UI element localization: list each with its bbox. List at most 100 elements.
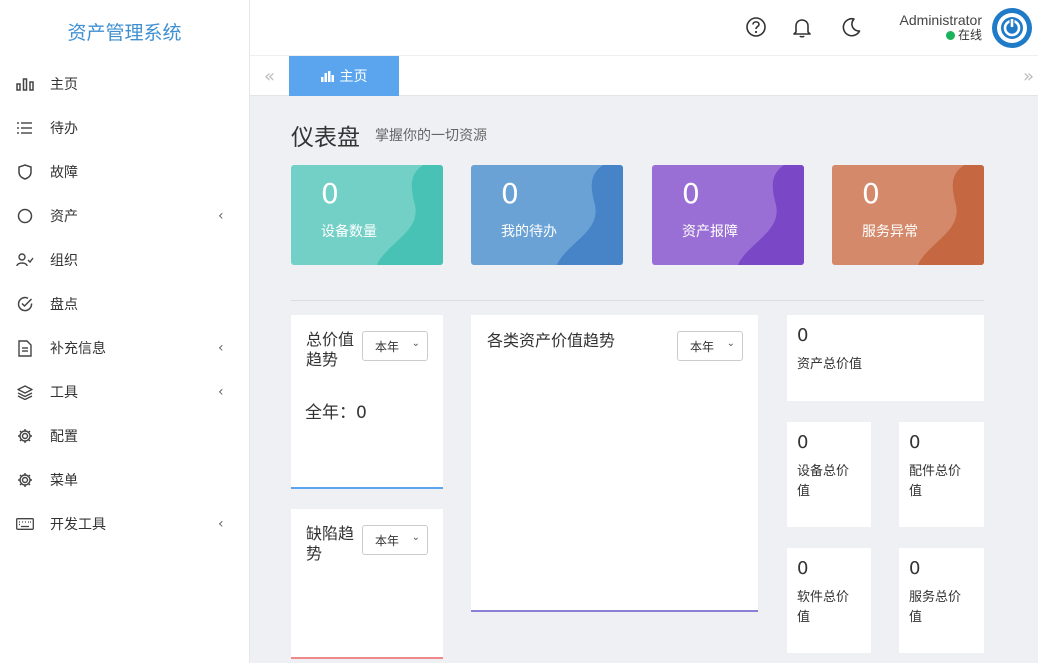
- select-value: 本年: [375, 339, 400, 354]
- stat-value: 0: [682, 177, 700, 210]
- panel-title: 缺陷趋势: [306, 524, 355, 563]
- bar-chart-icon: [16, 75, 34, 93]
- value-label: 服务总价值: [909, 590, 962, 625]
- panel-title: 各类资产价值趋势: [487, 331, 616, 350]
- sidebar-item-label: 故障: [50, 165, 78, 181]
- file-icon: [16, 339, 34, 357]
- card-decoration: [557, 165, 623, 265]
- total-value-summary: 全年：0: [305, 403, 367, 423]
- online-status-dot: [945, 31, 955, 40]
- stat-card-my-todo[interactable]: 0 我的待办: [471, 165, 623, 265]
- stat-label: 设备数量: [321, 224, 377, 240]
- select-value: 本年: [375, 533, 400, 548]
- software-total-value-card: 0 软件总价值: [787, 548, 871, 653]
- asset-total-value-card: 0 资产总价值: [787, 315, 984, 401]
- device-total-value-card: 0 设备总价值: [787, 422, 871, 527]
- value-number: 0: [797, 325, 809, 346]
- value-number: 0: [909, 558, 921, 579]
- value-label: 设备总价值: [797, 464, 850, 499]
- stat-card-asset-fault[interactable]: 0 资产报障: [652, 165, 804, 265]
- top-bar: Administrator 在线: [250, 0, 1038, 56]
- sidebar-item-organization[interactable]: 组织: [0, 238, 249, 282]
- chevron-down-icon: ⌄: [726, 338, 735, 349]
- sidebar-item-supplementary-info[interactable]: 补充信息 ‹: [0, 326, 249, 370]
- card-decoration: [377, 165, 443, 265]
- gear-icon: [16, 427, 34, 445]
- select-value: 本年: [690, 339, 715, 354]
- gear-icon: [16, 471, 34, 489]
- sidebar-item-fault[interactable]: 故障: [0, 150, 249, 194]
- moon-icon[interactable]: [840, 16, 862, 38]
- card-decoration: [918, 165, 984, 265]
- sidebar-item-label: 菜单: [50, 473, 78, 489]
- stat-card-devices[interactable]: 0 设备数量: [291, 165, 443, 265]
- stat-value: 0: [501, 177, 519, 210]
- sidebar-item-label: 待办: [50, 121, 78, 137]
- sidebar-item-label: 开发工具: [50, 517, 106, 533]
- stat-label: 我的待办: [501, 224, 557, 240]
- value-number: 0: [909, 432, 921, 453]
- year-select[interactable]: 本年 ⌄: [362, 331, 428, 361]
- sidebar-item-todo[interactable]: 待办: [0, 106, 249, 150]
- value-label: 软件总价值: [797, 590, 850, 625]
- user-info[interactable]: Administrator 在线: [900, 12, 982, 43]
- card-decoration: [738, 165, 804, 265]
- tab-scroll-right-button[interactable]: »: [1009, 56, 1038, 96]
- stat-label: 资产报障: [682, 224, 738, 240]
- user-status-label: 在线: [957, 28, 982, 42]
- sidebar-item-label: 盘点: [50, 297, 78, 313]
- list-icon: [16, 119, 34, 137]
- sidebar-item-menu[interactable]: 菜单: [0, 458, 249, 502]
- shield-icon: [16, 163, 34, 181]
- chevron-left-icon[interactable]: ‹: [218, 516, 224, 532]
- sidebar-item-assets[interactable]: 资产 ‹: [0, 194, 249, 238]
- chevron-left-icon[interactable]: ‹: [218, 384, 224, 400]
- sidebar-item-inventory[interactable]: 盘点: [0, 282, 249, 326]
- stat-card-service-exception[interactable]: 0 服务异常: [832, 165, 984, 265]
- keyboard-icon: [16, 515, 34, 533]
- check-circle-icon: [16, 295, 34, 313]
- bar-chart-icon: [320, 70, 334, 82]
- chevron-down-icon: ⌄: [411, 338, 420, 349]
- sidebar-item-dev-tools[interactable]: 开发工具 ‹: [0, 502, 249, 546]
- section-divider: [291, 300, 984, 301]
- sidebar-item-label: 资产: [50, 209, 78, 225]
- year-select[interactable]: 本年 ⌄: [362, 525, 428, 555]
- tab-scroll-left-button[interactable]: «: [250, 56, 289, 96]
- help-icon[interactable]: [745, 16, 767, 38]
- sidebar-item-home[interactable]: 主页: [0, 62, 249, 106]
- tab-label: 主页: [339, 69, 368, 85]
- chevron-down-icon: ⌄: [411, 532, 420, 543]
- value-number: 0: [797, 432, 809, 453]
- avatar[interactable]: [992, 8, 1032, 48]
- sidebar-item-label: 主页: [50, 77, 78, 93]
- defect-trend-panel: 缺陷趋势 本年 ⌄: [291, 509, 443, 659]
- layers-icon: [16, 383, 34, 401]
- user-check-icon: [16, 251, 34, 269]
- sidebar-item-label: 工具: [50, 385, 78, 401]
- sidebar-item-label: 组织: [50, 253, 78, 269]
- tab-home[interactable]: 主页: [289, 56, 399, 96]
- year-select[interactable]: 本年 ⌄: [677, 331, 743, 361]
- page-title: 仪表盘: [291, 125, 360, 151]
- sidebar-item-tools[interactable]: 工具 ‹: [0, 370, 249, 414]
- stat-label: 服务异常: [862, 224, 918, 240]
- sidebar-item-config[interactable]: 配置: [0, 414, 249, 458]
- chevron-left-icon[interactable]: ‹: [218, 208, 224, 224]
- stat-value: 0: [321, 177, 339, 210]
- value-label: 资产总价值: [797, 357, 863, 372]
- asset-value-trend-panel: 各类资产价值趋势 本年 ⌄: [471, 315, 758, 612]
- bell-icon[interactable]: [791, 16, 813, 38]
- page-subtitle: 掌握你的一切资源: [375, 128, 487, 144]
- chevron-left-icon[interactable]: ‹: [218, 340, 224, 356]
- sidebar-nav: 主页 待办 故障 资产 ‹ 组织 盘点 补充信息 ‹ 工具 ‹ 配置 菜单 开发…: [0, 62, 249, 546]
- user-name: Administrator: [899, 12, 982, 28]
- tab-bar: « 主页 »: [250, 56, 1038, 96]
- sidebar: 资产管理系统 主页 待办 故障 资产 ‹ 组织 盘点 补充信息 ‹ 工具 ‹ 配…: [0, 0, 250, 663]
- app-title: 资产管理系统: [67, 21, 182, 44]
- panel-title: 总价值趋势: [306, 330, 355, 369]
- sidebar-item-label: 补充信息: [50, 341, 106, 357]
- user-status: 在线: [900, 28, 982, 43]
- stat-value: 0: [862, 177, 880, 210]
- value-label: 配件总价值: [909, 464, 962, 499]
